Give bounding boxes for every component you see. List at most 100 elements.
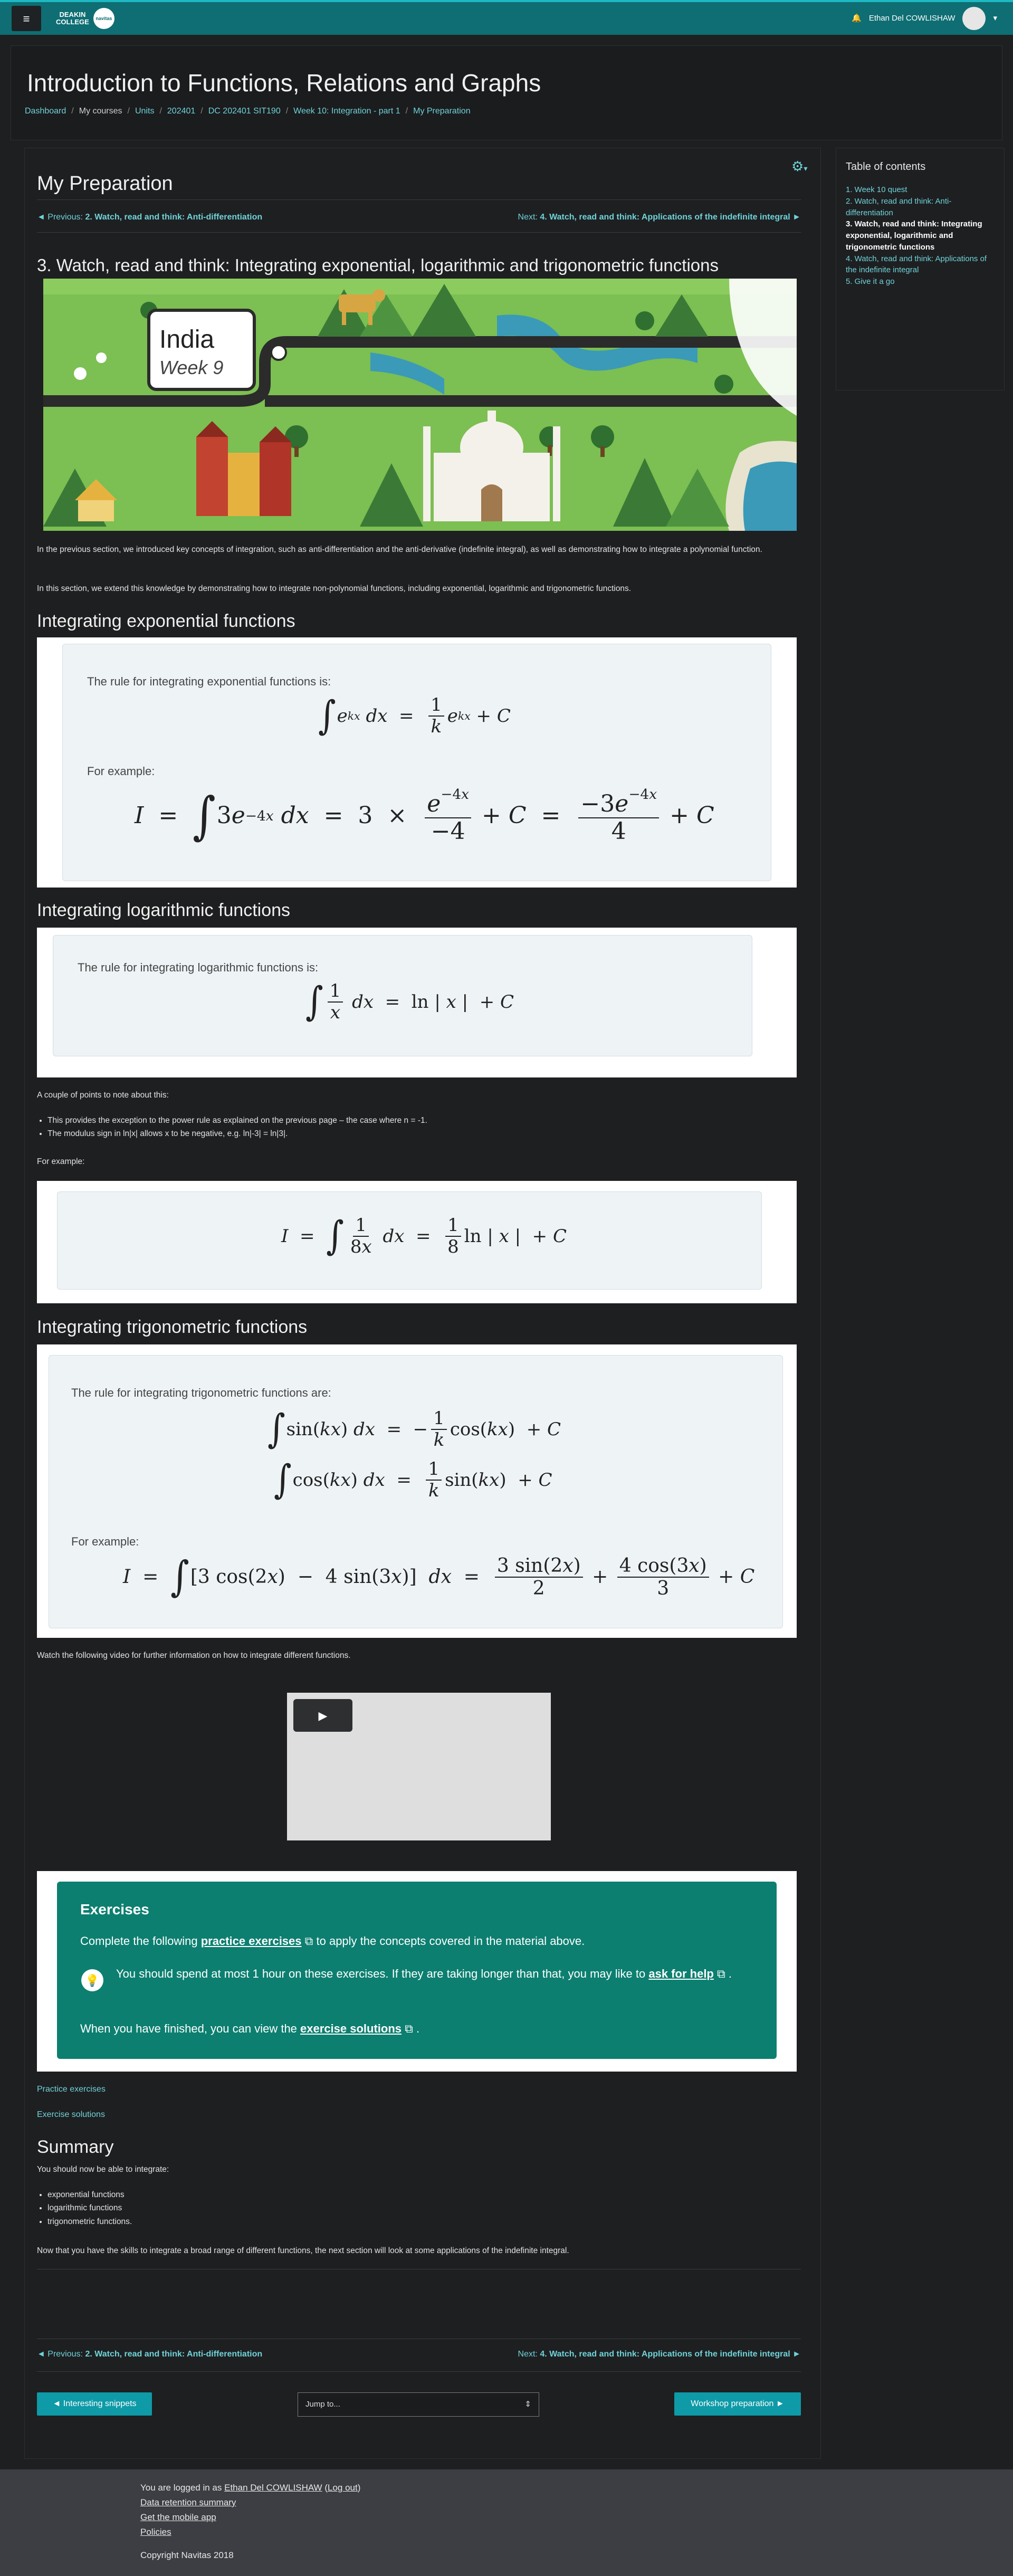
site-logo[interactable]: DEAKIN COLLEGE navitas [56,8,114,29]
practice-exercises-file-link[interactable]: Practice exercises [37,2083,106,2096]
toc-item-current: 3. Watch, read and think: Integrating ex… [846,220,982,252]
breadcrumb-current[interactable]: My Preparation [413,107,471,116]
breadcrumb-units[interactable]: Units [135,107,154,116]
toc-item-anti-differentiation[interactable]: 2. Watch, read and think: Anti-different… [846,197,951,217]
gear-icon[interactable]: ⚙▾ [791,156,807,177]
log-notes-intro: A couple of points to note about this: [37,1091,169,1100]
exp-rule-text: The rule for integrating exponential fun… [87,675,331,688]
intro-paragraph-2: In this section, we extend this knowledg… [37,584,632,593]
trig-rule-text: The rule for integrating trigonometric f… [71,1386,331,1399]
trig-cos-formula: ∫ cos(kx) dx = 1 k sin(kx) + C [274,1457,552,1503]
mobile-app-link[interactable]: Get the mobile app [140,2512,216,2522]
exercises-card: Exercises Complete the following practic… [57,1882,777,2059]
exercise-solutions-link[interactable]: exercise solutions [300,2022,402,2035]
next-page-link-bottom[interactable]: Next: 4. Watch, read and think: Applicat… [518,2348,801,2361]
banner-subtitle: Week 9 [159,357,224,378]
log-rule-text: The rule for integrating logarithmic fun… [78,961,319,974]
exercises-line-3: When you have finished, you can view the… [80,2022,420,2035]
external-link-icon: ⧉ [304,1934,313,1948]
logout-link[interactable]: Log out [328,2483,358,2493]
log-math-card: The rule for integrating logarithmic fun… [53,935,752,1056]
list-item: This provides the exception to the power… [47,1114,427,1127]
summary-list: exponential functions logarithmic functi… [37,2188,132,2229]
play-button[interactable]: ▶ [293,1699,352,1732]
breadcrumb-dashboard[interactable]: Dashboard [25,107,66,116]
toc-title: Table of contents [846,161,926,173]
summary-intro: You should now be able to integrate: [37,2165,169,2174]
list-item: The modulus sign in ln|x| allows x to be… [47,1128,427,1140]
list-item: exponential functions [47,2189,132,2201]
toc-item-applications[interactable]: 4. Watch, read and think: Applications o… [846,254,987,275]
toc-item-give-it-a-go[interactable]: 5. Give it a go [846,277,895,286]
log-example-label: For example: [37,1157,85,1166]
breadcrumb-term[interactable]: 202401 [167,107,195,116]
exercises-tip: You should spend at most 1 hour on these… [116,1967,732,1980]
log-math-panel: The rule for integrating logarithmic fun… [37,928,797,1077]
logo-line2: COLLEGE [56,18,89,26]
jump-to-select[interactable]: Jump to... ⇕ [298,2392,539,2417]
user-name[interactable]: Ethan Del COWLISHAW [869,13,955,25]
divider [37,2371,801,2372]
practice-exercises-link[interactable]: practice exercises [201,1934,302,1948]
breadcrumb-week[interactable]: Week 10: Integration - part 1 [293,107,400,116]
user-menu-caret-icon[interactable]: ▾ [993,13,997,25]
bell-icon[interactable]: 🔔 [852,13,862,25]
exercises-title: Exercises [80,1901,149,1917]
avatar[interactable] [962,7,986,30]
list-item: trigonometric functions. [47,2216,132,2228]
footer-user-link[interactable]: Ethan Del COWLISHAW [224,2483,322,2493]
external-link-icon: ⧉ [405,2022,413,2035]
play-icon: ▶ [318,1709,328,1722]
log-rule-formula: ∫ 1 x dx = ln | x | + C [305,979,514,1025]
logo-line1: DEAKIN [59,10,86,18]
trig-math-card: The rule for integrating trigonometric f… [49,1355,783,1628]
hamburger-icon: ≡ [23,12,30,25]
trig-example-formula: I = ∫ [3 cos(2 x) − 4 sin(3 x)] dx = 3 sin(… [123,1553,755,1601]
log-example-card: I = ∫ 1 8x dx = 1 8 ln | x | + C [57,1191,762,1290]
menu-toggle-button[interactable]: ≡ [12,6,41,31]
page-heading: My Preparation [37,173,173,195]
exp-rule-formula: ∫ e kx dx = 1 k e kx + C [318,693,511,739]
india-week9-banner: India Week 9 [43,279,797,531]
next-activity-button[interactable]: Workshop preparation ► [674,2392,801,2416]
lightbulb-icon: 💡 [81,1969,103,1991]
section-title: 3. Watch, read and think: Integrating ex… [37,255,719,275]
trig-heading: Integrating trigonometric functions [37,1317,308,1337]
log-notes-list: This provides the exception to the power… [37,1113,427,1141]
prev-activity-button[interactable]: ◄ Interesting snippets [37,2392,152,2416]
table-of-contents-block: Table of contents 1. Week 10 quest 2. Wa… [836,148,1005,390]
video-intro: Watch the following video for further in… [37,1651,351,1660]
list-item: logarithmic functions [47,2202,132,2214]
breadcrumb-course[interactable]: DC 202401 SIT190 [208,107,281,116]
select-arrows-icon: ⇕ [524,2399,531,2409]
breadcrumb: Dashboard / My courses / Units/202401/DC 202… [25,107,471,116]
external-link-icon: ⧉ [717,1967,725,1980]
prev-page-link-bottom[interactable]: ◄ Previous: 2. Watch, read and think: An… [37,2348,262,2361]
exercise-solutions-file-link[interactable]: Exercise solutions [37,2108,105,2121]
exercises-line-1: Complete the following practice exercise… [80,1934,585,1948]
copyright: Copyright Navitas 2018 [140,2550,234,2560]
toc-item-week10-quest[interactable]: 1. Week 10 quest [846,185,907,194]
breadcrumb-my-courses: My courses [79,107,122,116]
trig-math-panel: The rule for integrating trigonometric f… [37,1344,797,1638]
intro-paragraph-1: In the previous section, we introduced k… [37,545,762,554]
log-heading: Integrating logarithmic functions [37,900,291,920]
exp-math-card: The rule for integrating exponential fun… [62,644,771,881]
page-footer: You are logged in as Ethan Del COWLISHAW… [0,2469,1013,2576]
exp-example-formula: I = ∫ 3 e −4x dx = 3 × e−4x −4 + C = −3e−4x 4… [135,786,714,845]
log-example-formula: I = ∫ 1 8x dx = 1 8 ln | x | + C [281,1213,567,1259]
log-example-panel: I = ∫ 1 8x dx = 1 8 ln | x | + C [37,1181,797,1303]
page-header: Introduction to Functions, Relations and… [11,45,1002,140]
summary-outro: Now that you have the skills to integrat… [37,2246,569,2255]
next-page-link[interactable]: Next: 4. Watch, read and think: Applicat… [518,211,801,224]
video-player[interactable]: ▶ [287,1693,551,1840]
policies-link[interactable]: Policies [140,2527,171,2537]
exp-math-panel: The rule for integrating exponential fun… [37,637,797,888]
prev-page-link[interactable]: ◄ Previous: 2. Watch, read and think: An… [37,211,262,224]
exp-example-label: For example: [87,765,155,778]
ask-for-help-link[interactable]: ask for help [648,1967,714,1980]
navitas-logo-badge: navitas [93,8,114,29]
exercises-panel: Exercises Complete the following practic… [37,1871,797,2072]
logged-in-info: You are logged in as Ethan Del COWLISHAW… [140,2483,361,2493]
data-retention-link[interactable]: Data retention summary [140,2497,236,2507]
